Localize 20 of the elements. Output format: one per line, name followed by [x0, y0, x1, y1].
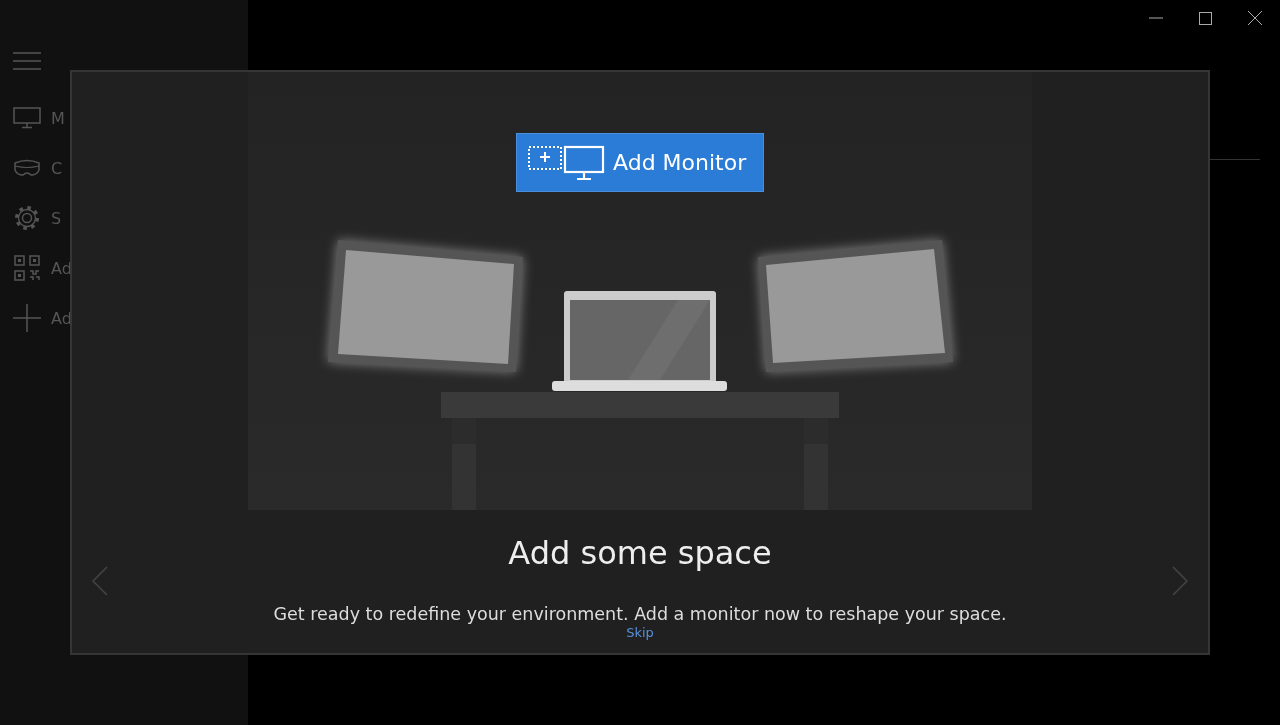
monitor-icon[interactable] [13, 107, 41, 129]
previous-icon[interactable] [92, 566, 108, 596]
skip-link[interactable]: Skip [626, 625, 654, 640]
plus-icon[interactable] [13, 304, 41, 332]
menu-icon[interactable] [13, 52, 41, 70]
nav-label[interactable]: Ad [51, 258, 72, 278]
headset-icon[interactable] [13, 159, 41, 177]
maximize-icon[interactable] [1199, 11, 1212, 25]
nav-label[interactable]: M [51, 108, 65, 128]
dialog-title: Add some space [508, 534, 772, 572]
add-monitor-button[interactable]: Add Monitor [516, 133, 764, 192]
nav-label[interactable]: C [51, 158, 63, 178]
nav-label[interactable]: S [51, 208, 62, 228]
nav-label[interactable]: Ad [51, 308, 72, 328]
settings-icon[interactable] [13, 204, 41, 232]
next-icon[interactable] [1172, 566, 1188, 596]
dialog-message: Get ready to redefine your environment. Add a monitor now to reshape your space. [273, 604, 1007, 624]
add-monitor-icon [527, 143, 605, 182]
close-icon[interactable] [1248, 11, 1262, 25]
qr-code-icon[interactable] [13, 255, 41, 281]
